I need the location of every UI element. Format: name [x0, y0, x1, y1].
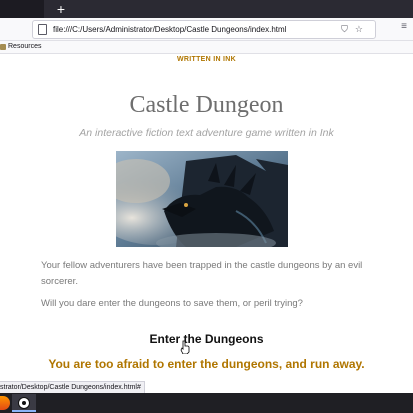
story-paragraph-1: Your fellow adventurers have been trappe… — [41, 260, 363, 287]
url-text[interactable]: file:///C:/Users/Administrator/Desktop/C… — [53, 21, 286, 38]
active-tab[interactable] — [0, 0, 44, 18]
page-subtitle: An interactive fiction text adventure ga… — [79, 127, 334, 139]
story-paragraph-2: Will you dare enter the dungeons to save… — [41, 298, 303, 309]
dragon-illustration — [116, 151, 288, 247]
bookmark-star-icon[interactable]: ☆ — [355, 24, 370, 34]
choice-run-away[interactable]: You are too afraid to enter the dungeons… — [0, 357, 413, 371]
firefox-taskbar-icon[interactable] — [0, 396, 10, 410]
new-tab-button[interactable]: + — [54, 0, 68, 18]
app-taskbar-button[interactable] — [12, 394, 36, 412]
navigation-bar: file:///C:/Users/Administrator/Desktop/C… — [0, 18, 413, 41]
hand-cursor-icon — [180, 340, 190, 354]
page-icon — [38, 24, 47, 35]
story-text: Your fellow adventurers have been trappe… — [41, 258, 371, 318]
page-title: Castle Dungeon — [129, 92, 284, 118]
folder-icon — [0, 44, 6, 50]
menu-icon[interactable]: ≡ — [401, 21, 407, 32]
eye-icon — [18, 397, 30, 409]
tab-strip: + — [0, 0, 413, 18]
bookmark-resources[interactable]: Resources — [8, 41, 41, 53]
choice-enter-dungeons[interactable]: Enter the Dungeons — [0, 332, 413, 346]
taskbar — [0, 393, 413, 413]
address-bar[interactable]: file:///C:/Users/Administrator/Desktop/C… — [32, 20, 376, 39]
dragon-image — [116, 151, 288, 247]
bookmarks-toolbar: Resources — [0, 41, 413, 54]
url-actions[interactable]: ⛉☆ — [341, 21, 370, 38]
pocket-icon[interactable]: ⛉ — [341, 24, 355, 34]
byline: WRITTEN IN INK — [176, 56, 237, 63]
